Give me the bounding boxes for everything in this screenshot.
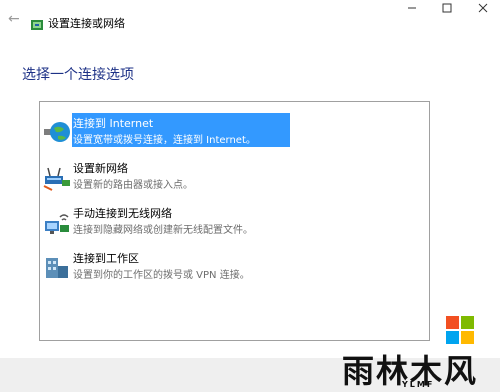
router-icon bbox=[42, 162, 72, 192]
option-description: 设置新的路由器或接入点。 bbox=[73, 180, 193, 191]
back-arrow-icon[interactable]: ← bbox=[8, 10, 24, 28]
option-title: 手动连接到无线网络 bbox=[73, 207, 172, 220]
option-description: 设置宽带或拨号连接，连接到 Internet。 bbox=[73, 135, 256, 146]
maximize-button[interactable] bbox=[430, 0, 464, 14]
close-button[interactable] bbox=[466, 0, 500, 14]
option-title: 设置新网络 bbox=[73, 162, 128, 175]
network-setup-icon bbox=[30, 16, 44, 35]
globe-icon bbox=[42, 117, 72, 147]
workplace-building-icon bbox=[42, 252, 72, 282]
page-heading: 选择一个连接选项 bbox=[22, 67, 134, 83]
watermark-sub: YLMF bbox=[402, 380, 435, 389]
option-setup-new-network[interactable]: 设置新网络 设置新的路由器或接入点。 bbox=[40, 158, 429, 198]
title-bar: ← 设置连接或网络 bbox=[0, 0, 500, 38]
dialog-window: ← 设置连接或网络 选择一个连接选项 连接到 Internet 设置宽带或拨号连… bbox=[0, 0, 500, 392]
option-connect-workplace[interactable]: 连接到工作区 设置到你的工作区的拨号或 VPN 连接。 bbox=[40, 248, 429, 288]
wireless-computer-icon bbox=[42, 207, 72, 237]
option-title: 连接到 Internet bbox=[73, 117, 154, 130]
watermark: 雨林木风 YLMF bbox=[340, 300, 500, 392]
option-manual-wireless[interactable]: 手动连接到无线网络 连接到隐藏网络或创建新无线配置文件。 bbox=[40, 203, 429, 243]
minimize-button[interactable] bbox=[395, 0, 429, 14]
option-description: 设置到你的工作区的拨号或 VPN 连接。 bbox=[73, 270, 250, 281]
option-connect-internet[interactable]: 连接到 Internet 设置宽带或拨号连接，连接到 Internet。 bbox=[40, 113, 429, 153]
windows-logo-icon bbox=[446, 316, 474, 348]
option-title: 连接到工作区 bbox=[73, 252, 139, 265]
window-title: 设置连接或网络 bbox=[48, 17, 125, 30]
option-description: 连接到隐藏网络或创建新无线配置文件。 bbox=[73, 225, 253, 236]
